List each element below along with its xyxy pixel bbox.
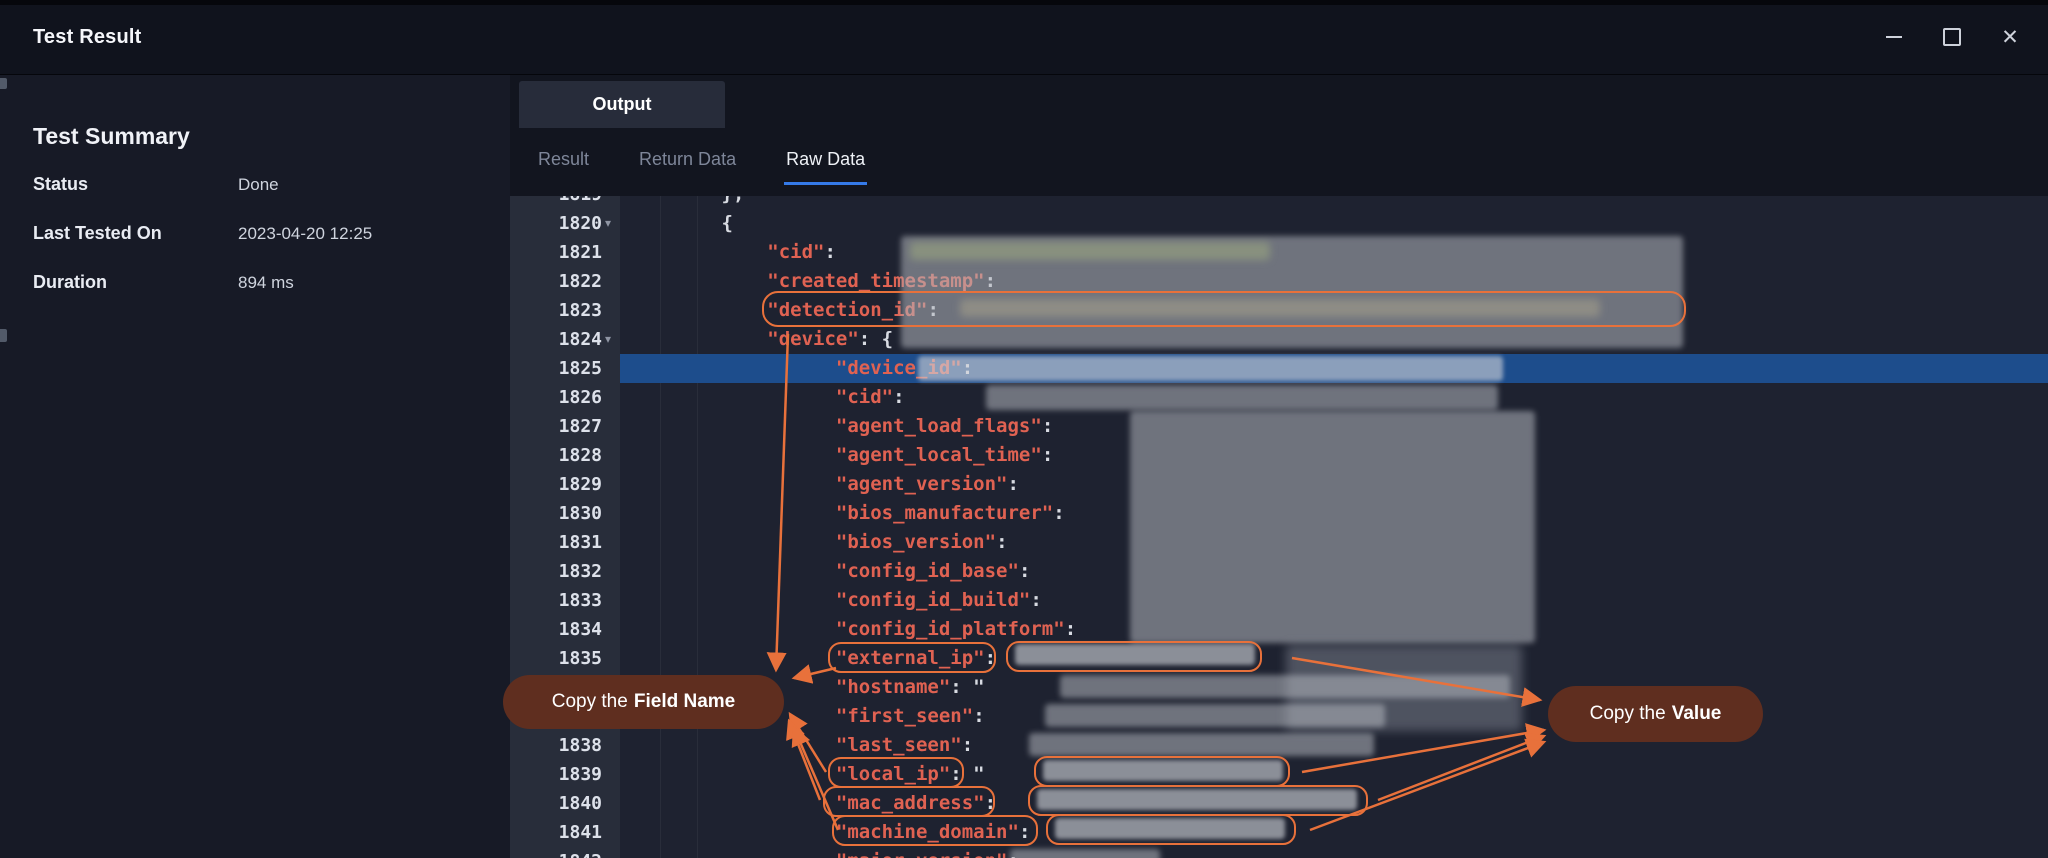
code-text: { (630, 209, 733, 238)
line-number: 1826 (510, 383, 602, 412)
window-controls: ✕ (1872, 0, 2032, 74)
redacted-value (1010, 849, 1160, 858)
summary-row: Duration 894 ms (0, 272, 510, 321)
line-number: 1835 (510, 644, 602, 673)
line-number: 1824 (510, 325, 602, 354)
summary-heading: Test Summary (33, 123, 190, 150)
summary-row: Status Done (0, 174, 510, 223)
summary-label: Last Tested On (33, 223, 162, 244)
edge-artifact (0, 78, 7, 89)
summary-label: Status (33, 174, 88, 195)
summary-rows: Status Done Last Tested On 2023-04-20 12:25… (0, 174, 510, 321)
code-line-1835[interactable]: 1835 "external_ip": (510, 644, 2048, 673)
mac-address-value-highlight (1028, 785, 1368, 816)
redacted-value (1060, 675, 1510, 698)
raw-data-code-editor[interactable]: 1819 },1820▾ {1821 "cid": 1822 "created_… (510, 196, 2048, 858)
machine-domain-key-highlight (832, 815, 1038, 846)
code-text: "bios_version": (630, 528, 1019, 557)
close-icon: ✕ (2001, 27, 2019, 48)
code-line-1820[interactable]: 1820▾ { (510, 209, 2048, 238)
local-ip-value-highlight (1034, 756, 1290, 787)
callout-text: Copy the (1590, 703, 1666, 725)
line-number: 1840 (510, 789, 602, 818)
summary-row: Last Tested On 2023-04-20 12:25 (0, 223, 510, 272)
line-number: 1829 (510, 470, 602, 499)
output-subtabs: Result Return Data Raw Data (510, 128, 867, 196)
redacted-value (910, 242, 1270, 260)
redacted-value (1130, 411, 1535, 643)
redacted-value (918, 356, 1503, 381)
code-line-1842[interactable]: 1842 "major_version": (510, 847, 2048, 858)
code-text: "config_id_build": (630, 586, 1053, 615)
callout-emphasis: Field Name (634, 691, 735, 713)
line-number: 1825 (510, 354, 602, 383)
redacted-value (1045, 704, 1385, 727)
external-ip-value-highlight (1006, 641, 1262, 672)
output-panel: Output Result Return Data Raw Data 1819 },… (510, 74, 2048, 858)
line-number: 1838 (510, 731, 602, 760)
mac-address-key-highlight (823, 786, 995, 817)
summary-value: 2023-04-20 12:25 (238, 224, 372, 244)
line-number: 1819 (510, 196, 602, 209)
callout-text: Copy the (552, 691, 628, 713)
code-text: "cid": (630, 383, 916, 412)
tab-output-label: Output (593, 94, 652, 115)
machine-domain-value-highlight (1046, 814, 1296, 845)
redacted-value (986, 385, 1498, 410)
copy-value-callout: Copy the Value (1548, 686, 1763, 742)
tab-result[interactable]: Result (536, 139, 591, 185)
local-ip-key-highlight (828, 757, 964, 788)
tab-return-data[interactable]: Return Data (637, 139, 738, 185)
titlebar: Test Result ✕ (0, 0, 2048, 75)
code-text: "agent_load_flags": (630, 412, 1065, 441)
line-number: 1834 (510, 615, 602, 644)
code-text: "agent_local_time": (630, 441, 1065, 470)
code-text: "config_id_base": (630, 557, 1042, 586)
copy-field-name-callout: Copy the Field Name (503, 675, 784, 729)
line-number: 1833 (510, 586, 602, 615)
code-text: "agent_version": (630, 470, 1030, 499)
code-text: }, (630, 196, 744, 209)
code-text: "cid": (630, 238, 847, 267)
detection-id-line-highlight (762, 291, 1686, 327)
top-edge-strip (0, 0, 2048, 5)
line-number: 1832 (510, 557, 602, 586)
line-number: 1828 (510, 441, 602, 470)
close-button[interactable]: ✕ (1988, 15, 2032, 59)
line-number: 1822 (510, 267, 602, 296)
fold-arrow-icon[interactable]: ▾ (605, 209, 619, 238)
code-text: "device": { (630, 325, 893, 354)
line-number: 1842 (510, 847, 602, 858)
minimize-button[interactable] (1872, 15, 1916, 59)
fold-arrow-icon[interactable]: ▾ (605, 325, 619, 354)
maximize-icon (1943, 28, 1961, 46)
window-title: Test Result (33, 0, 142, 74)
summary-value: 894 ms (238, 273, 294, 293)
line-number: 1827 (510, 412, 602, 441)
test-summary-panel: Test Summary Status Done Last Tested On 202… (0, 74, 510, 858)
summary-value: Done (238, 175, 279, 195)
tab-raw-data[interactable]: Raw Data (784, 139, 867, 185)
minimize-icon (1886, 36, 1902, 38)
maximize-button[interactable] (1930, 15, 1974, 59)
tab-output[interactable]: Output (519, 81, 725, 128)
line-number: 1823 (510, 296, 602, 325)
line-number: 1831 (510, 528, 602, 557)
redacted-value (1029, 733, 1374, 756)
callout-emphasis: Value (1672, 703, 1722, 725)
line-number: 1830 (510, 499, 602, 528)
edge-artifact (0, 329, 7, 342)
summary-label: Duration (33, 272, 107, 293)
external-ip-key-highlight (828, 642, 996, 673)
line-number: 1839 (510, 760, 602, 789)
code-line-1819[interactable]: 1819 }, (510, 196, 2048, 209)
code-text: "config_id_platform": (630, 615, 1088, 644)
line-number: 1841 (510, 818, 602, 847)
line-number: 1820 (510, 209, 602, 238)
code-text: "bios_manufacturer": (630, 499, 1076, 528)
code-text: "major_version": (630, 847, 1030, 858)
line-number: 1821 (510, 238, 602, 267)
code-text: "last_seen": (630, 731, 985, 760)
